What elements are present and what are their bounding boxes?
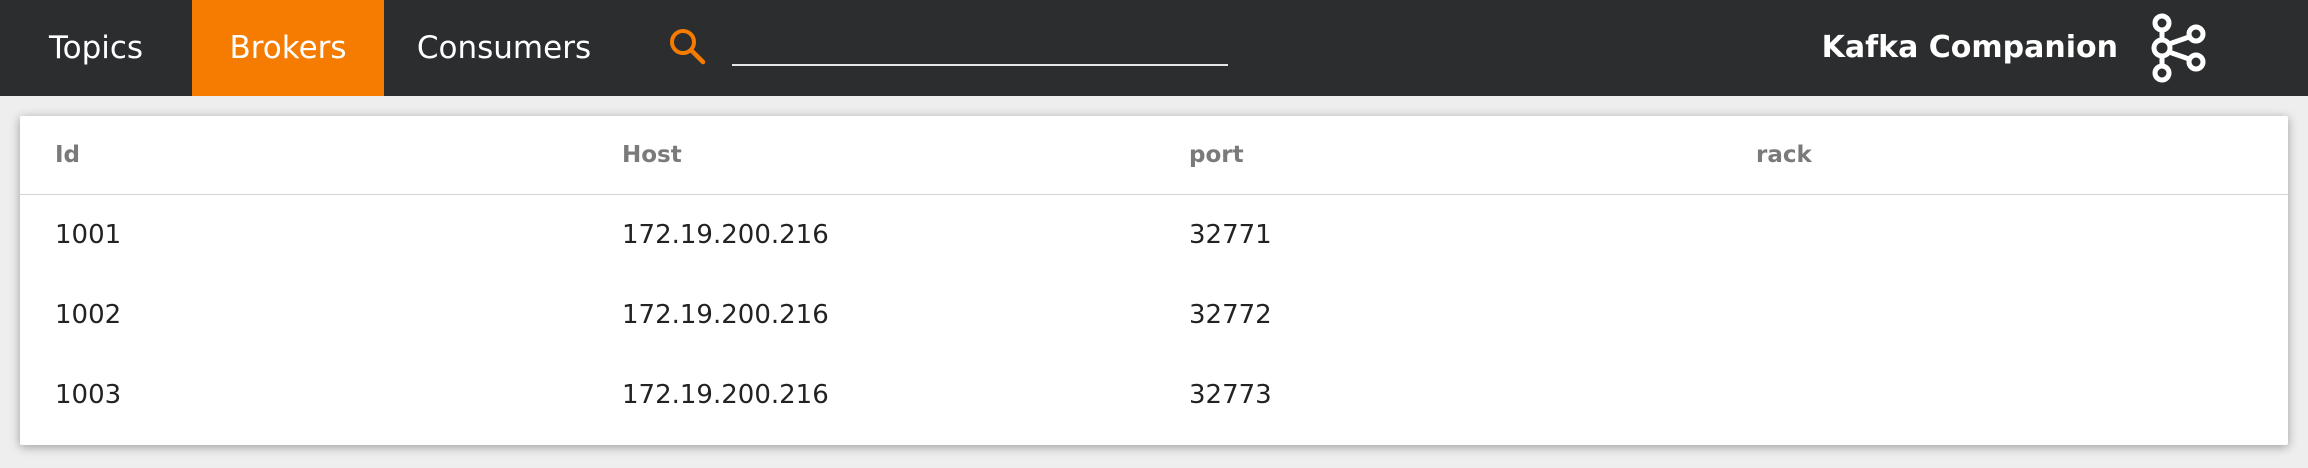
- search-input[interactable]: [732, 28, 1228, 66]
- table-row[interactable]: 1003 172.19.200.216 32773: [20, 355, 2288, 435]
- app-title: Kafka Companion: [1821, 30, 2118, 65]
- table-row[interactable]: 1001 172.19.200.216 32771: [20, 195, 2288, 276]
- cell-rack: [1721, 275, 2288, 355]
- search-icon[interactable]: [668, 27, 708, 67]
- cell-rack: [1721, 355, 2288, 435]
- column-header-id[interactable]: Id: [20, 116, 587, 195]
- column-header-host[interactable]: Host: [587, 116, 1154, 195]
- column-header-port[interactable]: port: [1154, 116, 1721, 195]
- top-nav-bar: Topics Brokers Consumers Kafka Companion: [0, 0, 2308, 96]
- cell-id: 1002: [55, 300, 122, 330]
- column-header-rack[interactable]: rack: [1721, 116, 2288, 195]
- cell-host: 172.19.200.216: [622, 380, 829, 410]
- cell-port: 32771: [1189, 220, 1272, 250]
- tab-consumers[interactable]: Consumers: [384, 0, 624, 96]
- table-row[interactable]: 1002 172.19.200.216 32772: [20, 275, 2288, 355]
- kafka-logo-icon[interactable]: [2144, 12, 2216, 84]
- cell-rack: [1721, 195, 2288, 276]
- cell-host: 172.19.200.216: [622, 220, 829, 250]
- cell-port: 32772: [1189, 300, 1272, 330]
- tab-brokers[interactable]: Brokers: [192, 0, 384, 96]
- cell-id: 1001: [55, 220, 122, 250]
- cell-id: 1003: [55, 380, 122, 410]
- cell-host: 172.19.200.216: [622, 300, 829, 330]
- tab-topics[interactable]: Topics: [0, 0, 192, 96]
- table-header-row: Id Host port rack: [20, 116, 2288, 195]
- cell-port: 32773: [1189, 380, 1272, 410]
- brokers-table-card: Id Host port rack 1001 172.19.200.216 32…: [20, 116, 2288, 445]
- brokers-table: Id Host port rack 1001 172.19.200.216 32…: [20, 116, 2288, 435]
